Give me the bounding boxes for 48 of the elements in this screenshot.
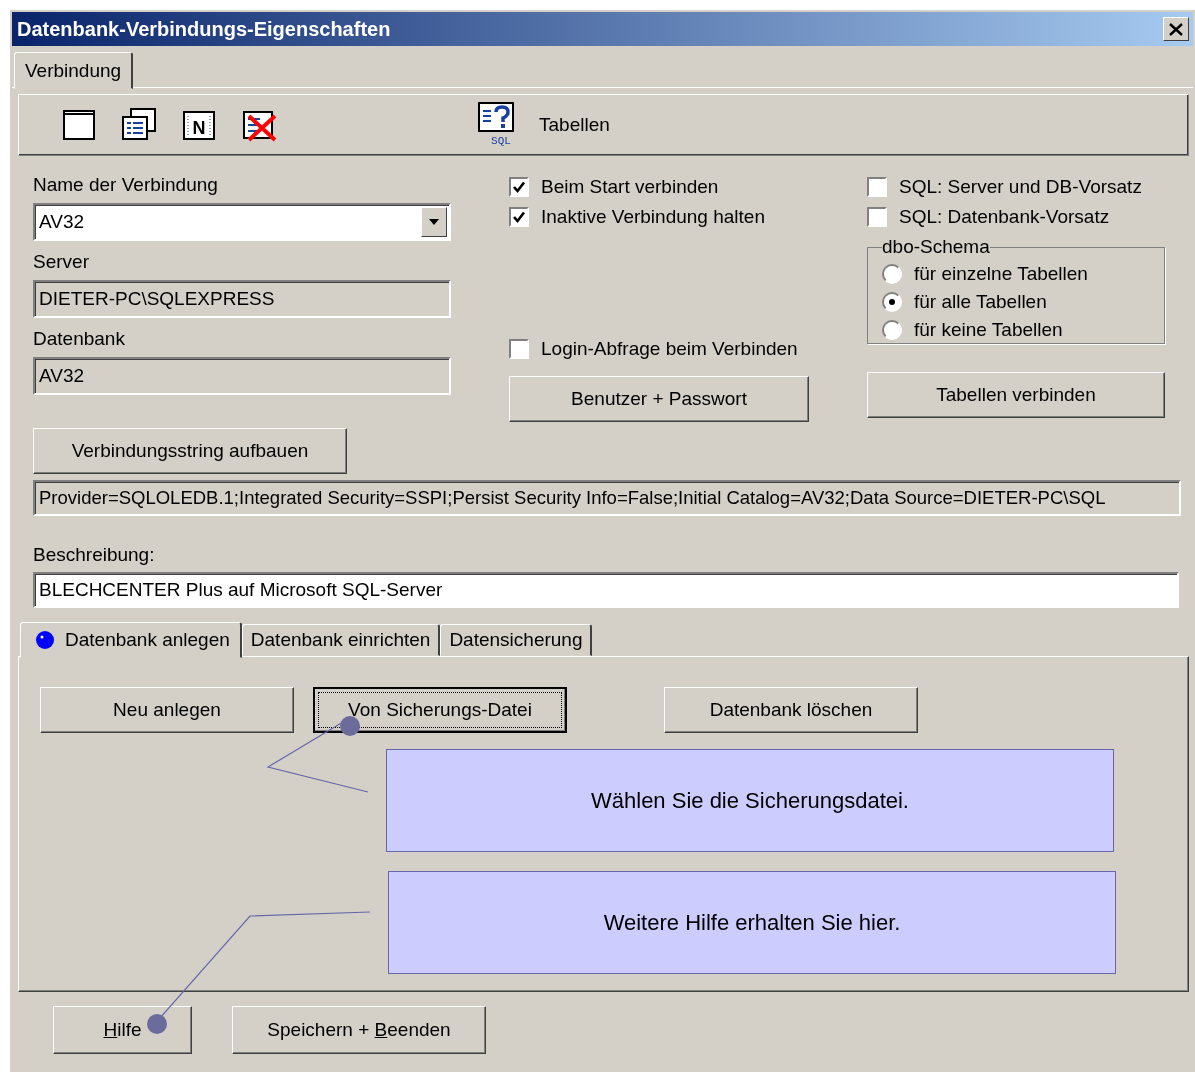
checkbox-label: SQL: Datenbank-Vorsatz xyxy=(899,206,1110,228)
callout: Weitere Hilfe erhalten Sie hier. xyxy=(388,871,1116,974)
active-dot-icon xyxy=(35,630,55,650)
radio-button[interactable] xyxy=(882,264,902,284)
build-string-button[interactable]: Verbindungsstring aufbauen xyxy=(33,428,347,474)
field-label: Server xyxy=(33,250,90,274)
tables-label[interactable]: Tabellen xyxy=(539,114,610,136)
database-field[interactable]: AV32 xyxy=(33,357,451,395)
checkbox-label: Login-Abfrage beim Verbinden xyxy=(541,338,798,360)
stacked-windows-icon[interactable] xyxy=(121,107,157,143)
credentials-button[interactable]: Benutzer + Passwort xyxy=(509,376,809,422)
connection-string-field[interactable]: Provider=SQLOLEDB.1;Integrated Security=SSPI;Persist Security Info=False;Initial Catalog=AV32;Data Source=DIETER-PC\SQL xyxy=(33,480,1181,516)
link-tables-button[interactable]: Tabellen verbinden xyxy=(867,372,1165,418)
blank-page-icon[interactable] xyxy=(61,107,97,143)
tab[interactable]: Datenbank anlegen xyxy=(20,622,242,658)
tab[interactable]: Datensicherung xyxy=(440,624,593,656)
close-icon[interactable] xyxy=(1169,22,1183,36)
action-button[interactable]: Neu anlegen xyxy=(40,687,294,733)
action-button[interactable]: Von Sicherungs-Datei xyxy=(313,687,567,733)
field-label: Name der Verbindung xyxy=(33,173,219,197)
footer-button[interactable]: Hilfe xyxy=(53,1006,192,1054)
field-label: Beschreibung: xyxy=(33,544,155,566)
radio-button[interactable] xyxy=(882,292,902,312)
field-label: Datenbank xyxy=(33,327,126,351)
radio-label: für einzelne Tabellen xyxy=(914,263,1088,285)
callout: Wählen Sie die Sicherungsdatei. xyxy=(386,749,1114,852)
footer-button[interactable]: Speichern + Beenden xyxy=(232,1006,486,1054)
tab[interactable]: Verbindung xyxy=(14,52,134,89)
server-field[interactable]: DIETER-PC\SQLEXPRESS xyxy=(33,280,451,318)
radio-label: für keine Tabellen xyxy=(914,319,1063,341)
action-button[interactable]: Datenbank löschen xyxy=(664,687,918,733)
radio-button[interactable] xyxy=(882,320,902,340)
checkbox[interactable] xyxy=(509,207,529,227)
description-field[interactable]: BLECHCENTER Plus auf Microsoft SQL-Server xyxy=(33,572,1179,608)
checkbox-label: Beim Start verbinden xyxy=(541,176,719,198)
checkbox[interactable] xyxy=(509,339,529,359)
caret-icon[interactable] xyxy=(428,218,440,226)
window-title: Datenbank-Verbindungs-Eigenschaften xyxy=(17,17,391,41)
tab[interactable]: Datenbank einrichten xyxy=(241,624,441,656)
checkbox-label: SQL: Server und DB-Vorsatz xyxy=(899,176,1142,198)
connection-dropdown[interactable]: AV32 xyxy=(33,203,451,241)
checkbox-label: Inaktive Verbindung halten xyxy=(541,206,765,228)
close-button[interactable] xyxy=(1163,17,1189,41)
checkbox[interactable] xyxy=(509,177,529,197)
checkbox[interactable] xyxy=(867,207,887,227)
radio-label: für alle Tabellen xyxy=(914,291,1047,313)
checkbox[interactable] xyxy=(867,177,887,197)
group-title: dbo-Schema xyxy=(882,236,990,258)
